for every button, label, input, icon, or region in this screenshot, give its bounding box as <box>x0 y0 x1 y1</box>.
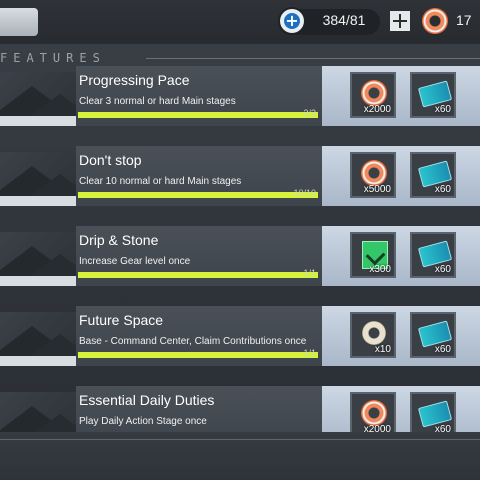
section-divider <box>146 58 480 59</box>
progress-bar <box>78 192 318 198</box>
section-header: FEATURES <box>0 50 480 66</box>
mission-row[interactable]: Drip & Stone Increase Gear level once 1/… <box>0 226 480 286</box>
reward-panel: x300 x60 <box>322 226 480 286</box>
progress-text: 1/1 <box>303 268 316 278</box>
mission-title: Future Space <box>79 312 164 328</box>
stamina-value: 384/81 <box>322 12 366 28</box>
progress-fill <box>78 352 318 358</box>
mission-description: Clear 10 normal or hard Main stages <box>79 176 242 187</box>
mountain-shape <box>30 334 76 356</box>
reward-quantity: x10 <box>374 344 391 355</box>
mission-description: Increase Gear level once <box>79 256 191 267</box>
mission-content: Drip & Stone Increase Gear level once 1/… <box>76 226 322 286</box>
mission-row[interactable]: Progressing Pace Clear 3 normal or hard … <box>0 66 480 126</box>
mountain-shape <box>30 254 76 276</box>
coin-count: 17 <box>456 12 472 28</box>
mountain-shape <box>30 174 76 196</box>
mission-list[interactable]: Progressing Pace Clear 3 normal or hard … <box>0 66 480 432</box>
mission-banner-icon <box>0 312 76 366</box>
mountain-shape <box>30 414 76 432</box>
mission-content: Essential Daily Duties Play Daily Action… <box>76 386 322 432</box>
progress-text: 10/10 <box>293 188 316 198</box>
mission-description: Base - Command Center, Claim Contributio… <box>79 336 307 347</box>
mission-title: Essential Daily Duties <box>79 392 215 408</box>
progress-bar <box>78 352 318 358</box>
mission-banner-icon <box>0 152 76 206</box>
chip-icon <box>362 321 386 345</box>
progress-bar <box>78 112 318 118</box>
mission-title: Drip & Stone <box>79 232 159 248</box>
reward-quantity: x60 <box>434 264 451 275</box>
reward-item[interactable]: x60 <box>410 312 456 358</box>
add-stamina-icon[interactable] <box>390 11 410 31</box>
top-bar: 384/81 17 <box>0 0 480 44</box>
stamina-plus-icon[interactable] <box>280 9 304 33</box>
mission-banner-icon <box>0 392 76 432</box>
reward-item[interactable]: x5000 <box>350 152 396 198</box>
progress-fill <box>78 112 318 118</box>
reward-quantity: x300 <box>369 264 391 275</box>
mountain-shape <box>30 94 76 116</box>
mission-description: Play Daily Action Stage once <box>79 416 207 427</box>
reward-item[interactable]: x10 <box>350 312 396 358</box>
reward-panel: x5000 x60 <box>322 146 480 206</box>
progress-bar <box>78 272 318 278</box>
mission-row[interactable]: Essential Daily Duties Play Daily Action… <box>0 386 480 432</box>
progress-fill <box>78 192 318 198</box>
reward-item[interactable]: x300 <box>350 232 396 278</box>
reward-item[interactable]: x2000 <box>350 392 396 432</box>
mission-row[interactable]: Future Space Base - Command Center, Clai… <box>0 306 480 366</box>
progress-text: 3/3 <box>303 108 316 118</box>
coin-icon <box>361 400 387 426</box>
reward-quantity: x2000 <box>363 104 391 115</box>
bottom-divider <box>0 439 480 440</box>
reward-quantity: x60 <box>434 184 451 195</box>
reward-quantity: x60 <box>434 344 451 355</box>
mission-description: Clear 3 normal or hard Main stages <box>79 96 236 107</box>
mission-title: Progressing Pace <box>79 72 190 88</box>
reward-item[interactable]: x60 <box>410 152 456 198</box>
reward-item[interactable]: x60 <box>410 392 456 432</box>
coin-icon <box>361 80 387 106</box>
reward-quantity: x60 <box>434 424 451 432</box>
mission-banner-icon <box>0 232 76 286</box>
mission-title: Don't stop <box>79 152 142 168</box>
progress-fill <box>78 272 318 278</box>
reward-quantity: x2000 <box>363 424 391 432</box>
reward-panel: x10 x60 <box>322 306 480 366</box>
reward-quantity: x60 <box>434 104 451 115</box>
reward-item[interactable]: x60 <box>410 72 456 118</box>
coin-icon <box>422 8 448 34</box>
mission-content: Future Space Base - Command Center, Clai… <box>76 306 322 366</box>
reward-quantity: x5000 <box>363 184 391 195</box>
mission-row[interactable]: Don't stop Clear 10 normal or hard Main … <box>0 146 480 206</box>
mission-content: Progressing Pace Clear 3 normal or hard … <box>76 66 322 126</box>
progress-text: 1/1 <box>303 348 316 358</box>
section-title: FEATURES <box>0 51 106 65</box>
reward-panel: x2000 x60 <box>322 66 480 126</box>
reward-item[interactable]: x60 <box>410 232 456 278</box>
reward-item[interactable]: x2000 <box>350 72 396 118</box>
coin-icon <box>361 160 387 186</box>
mission-content: Don't stop Clear 10 normal or hard Main … <box>76 146 322 206</box>
back-button[interactable] <box>0 8 38 36</box>
reward-panel: x2000 x60 <box>322 386 480 432</box>
mission-banner-icon <box>0 72 76 126</box>
